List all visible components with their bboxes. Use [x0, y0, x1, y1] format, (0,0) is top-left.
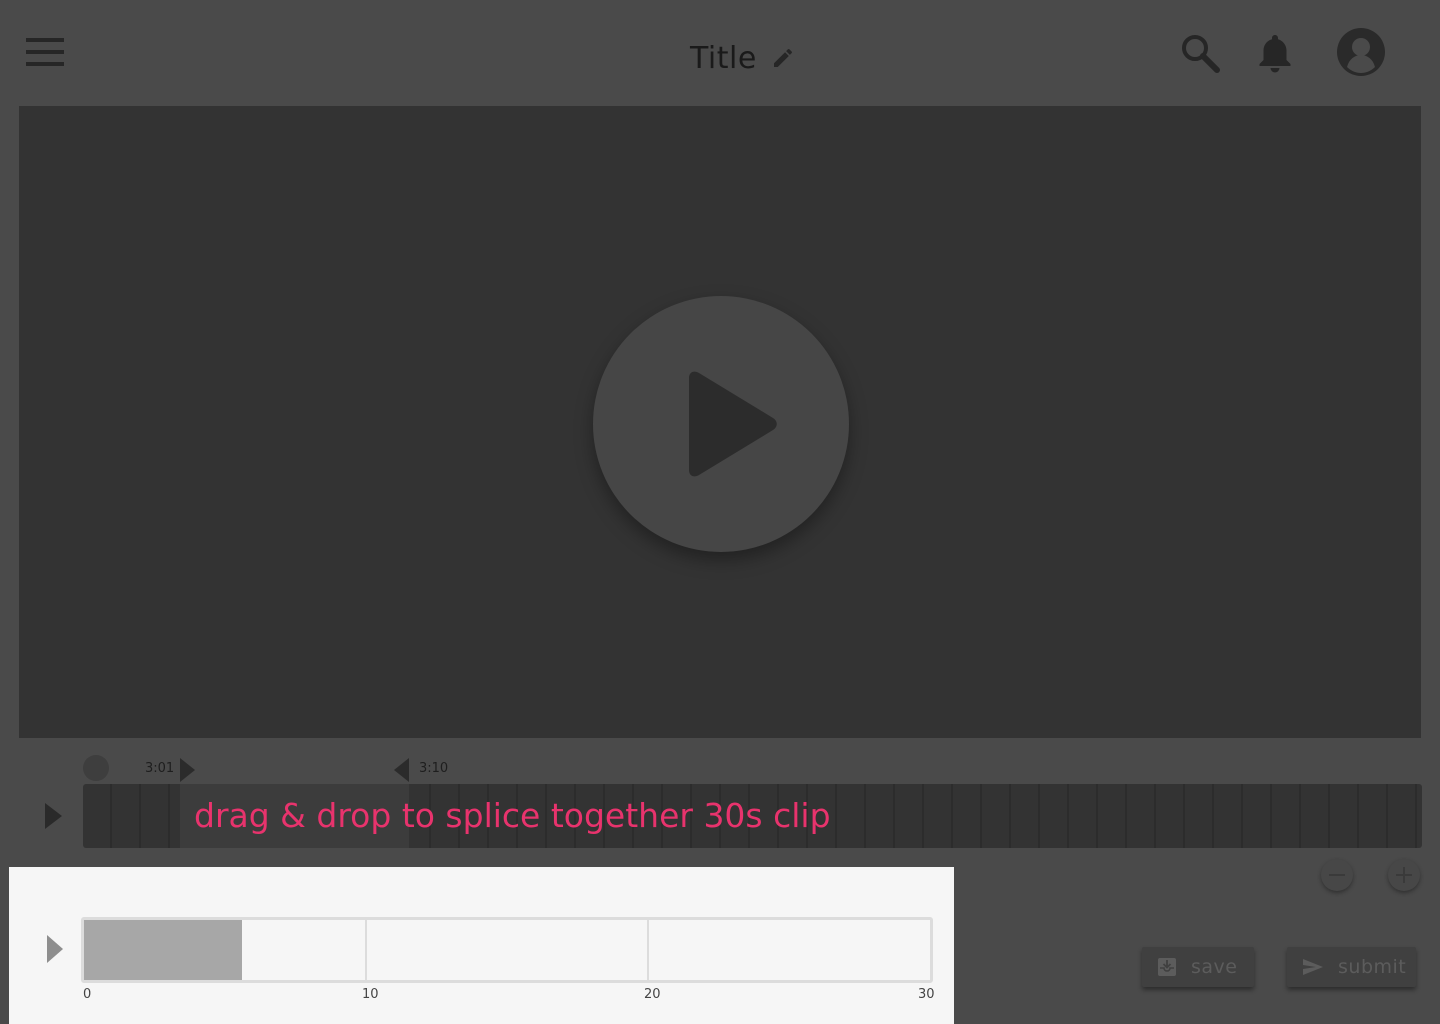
clip-bar-divider — [647, 920, 649, 980]
drag-drop-hint: drag & drop to splice together 30s clip — [194, 796, 831, 835]
clip-tick-label: 0 — [83, 987, 92, 1002]
source-timeline-track[interactable]: drag & drop to splice together 30s clip — [83, 784, 1422, 848]
avatar[interactable] — [1336, 27, 1386, 77]
play-icon — [689, 371, 777, 477]
plus-icon — [1396, 867, 1412, 883]
submit-label: submit — [1338, 956, 1407, 978]
clip-play-icon[interactable] — [47, 935, 63, 963]
start-marker-handle[interactable] — [180, 758, 195, 782]
hamburger-line — [26, 50, 64, 54]
zoom-out-button[interactable] — [1321, 859, 1353, 891]
minus-icon — [1329, 874, 1345, 876]
send-icon — [1303, 959, 1323, 975]
hamburger-line — [26, 38, 64, 42]
bell-icon[interactable] — [1256, 33, 1294, 73]
end-time-label: 3:10 — [419, 761, 449, 776]
search-icon[interactable] — [1180, 33, 1220, 73]
play-button[interactable] — [593, 296, 849, 552]
clip-progress-bar[interactable] — [81, 917, 933, 983]
hamburger-icon[interactable] — [26, 38, 64, 66]
pencil-icon[interactable] — [771, 46, 795, 70]
clip-bar-divider — [365, 920, 367, 980]
title-group: Title — [690, 38, 795, 78]
clip-progress-fill — [84, 920, 242, 980]
start-time-label: 3:01 — [145, 761, 175, 776]
clip-tick-label: 20 — [644, 987, 661, 1002]
submit-button[interactable]: submit — [1287, 947, 1416, 987]
clip-tick-label: 30 — [918, 987, 935, 1002]
clip-tick-label: 10 — [362, 987, 379, 1002]
video-player[interactable] — [19, 106, 1421, 738]
save-button[interactable]: save — [1142, 947, 1254, 987]
save-tray-icon — [1158, 958, 1176, 976]
track-play-icon[interactable] — [45, 803, 62, 829]
save-label: save — [1191, 956, 1238, 978]
zoom-in-button[interactable] — [1388, 859, 1420, 891]
playhead-handle[interactable] — [83, 755, 109, 781]
clip-panel: 0 10 20 30 — [9, 867, 954, 1024]
page-title: Title — [690, 40, 757, 76]
hamburger-line — [26, 62, 64, 66]
end-marker-handle[interactable] — [394, 758, 409, 782]
